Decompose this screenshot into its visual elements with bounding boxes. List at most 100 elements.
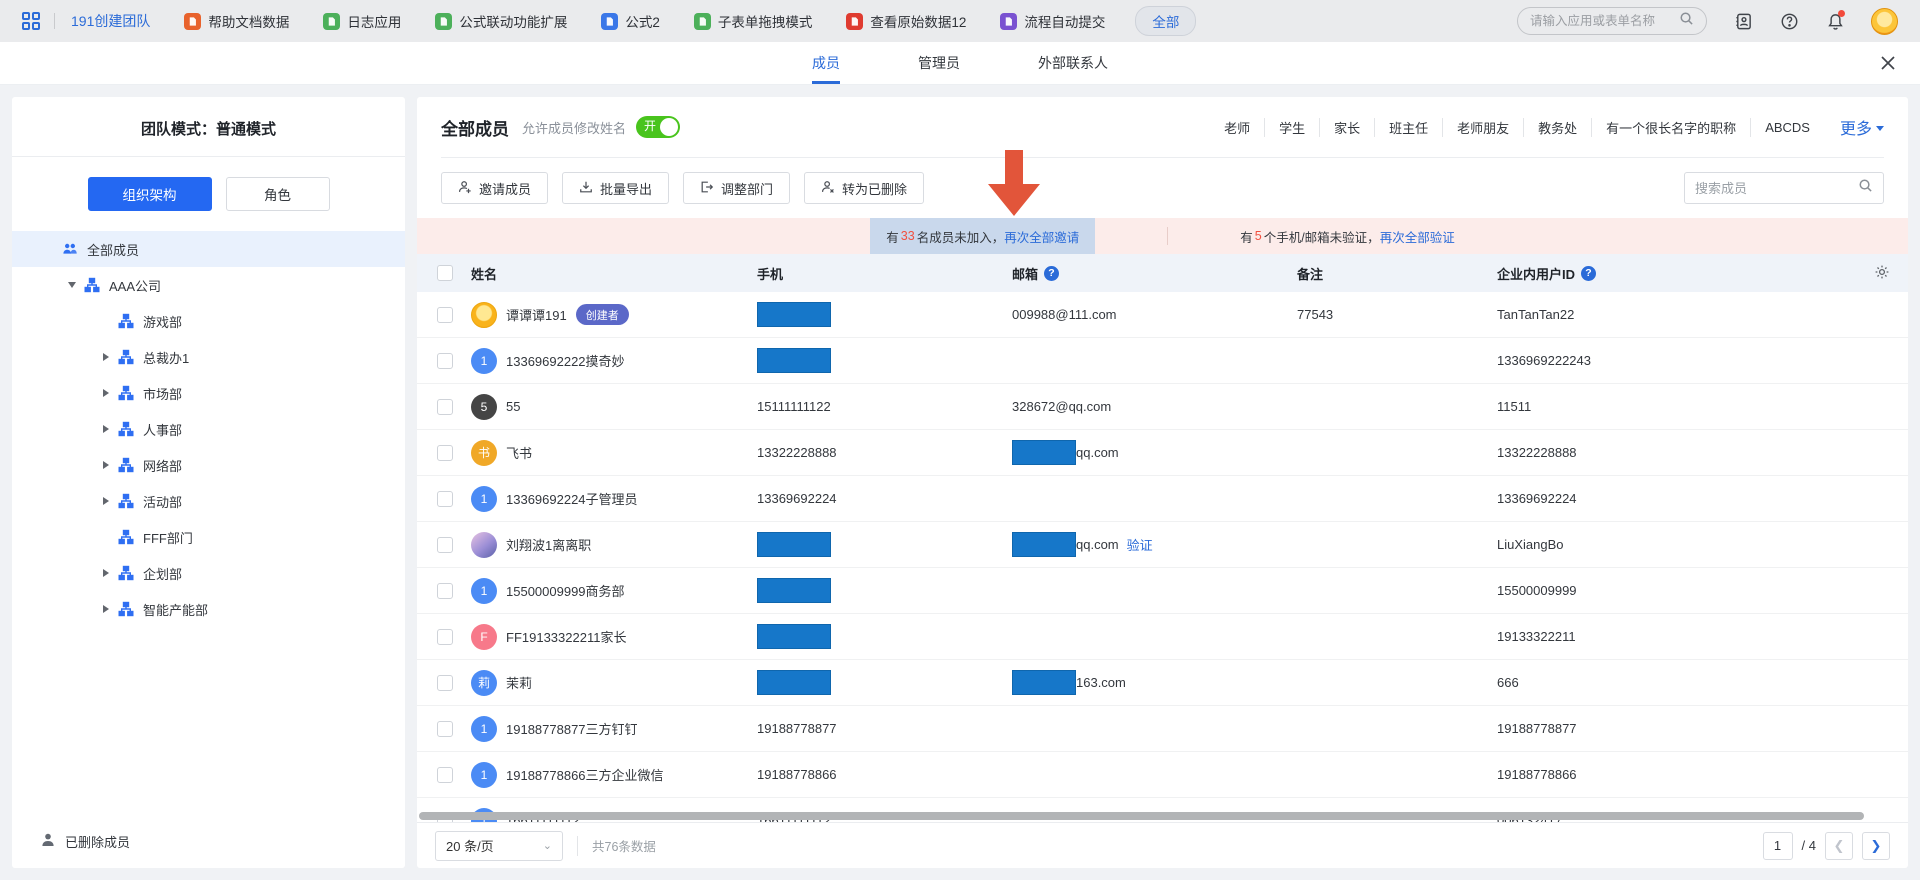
- tree-collapsed-arrow-icon[interactable]: [98, 461, 114, 469]
- app-tab[interactable]: 子表单拖拽模式: [694, 11, 813, 31]
- adjust-department-icon: [700, 180, 714, 197]
- role-button[interactable]: 角色: [226, 177, 330, 211]
- app-tab[interactable]: 公式2: [601, 11, 660, 31]
- role-filter-ABCDS[interactable]: ABCDS: [1751, 120, 1824, 135]
- member-name-cell: FFF19133322211家长: [471, 624, 757, 650]
- tree-item-全部成员[interactable]: 全部成员: [12, 231, 405, 267]
- verify-email-link[interactable]: 验证: [1127, 535, 1153, 554]
- phone-redaction-block: [757, 670, 831, 695]
- row-checkbox[interactable]: [437, 767, 453, 783]
- role-filter-教务处[interactable]: 教务处: [1524, 118, 1592, 137]
- department-icon: [118, 565, 134, 581]
- row-checkbox[interactable]: [437, 675, 453, 691]
- col-phone: 手机: [757, 264, 1012, 283]
- role-filter-有一个很长名字的职称[interactable]: 有一个很长名字的职称: [1592, 118, 1751, 137]
- app-search-input[interactable]: [1530, 14, 1673, 28]
- row-checkbox[interactable]: [437, 491, 453, 507]
- app-tab[interactable]: 流程自动提交: [1000, 11, 1105, 31]
- uid-help-icon[interactable]: ?: [1581, 266, 1596, 281]
- app-tab[interactable]: 查看原始数据12: [846, 11, 966, 31]
- current-page-input[interactable]: 1: [1763, 832, 1793, 860]
- all-apps-pill[interactable]: 全部: [1135, 6, 1196, 36]
- app-tab[interactable]: 日志应用: [323, 11, 401, 31]
- tree-collapsed-arrow-icon[interactable]: [98, 389, 114, 397]
- tree-collapsed-arrow-icon[interactable]: [98, 569, 114, 577]
- chevron-down-icon: [1876, 126, 1884, 131]
- tab-external-contacts[interactable]: 外部联系人: [1038, 42, 1108, 84]
- tree-item-人事部[interactable]: 人事部: [12, 411, 405, 447]
- current-team-tab[interactable]: 191创建团队: [71, 11, 150, 31]
- tree-collapsed-arrow-icon[interactable]: [98, 497, 114, 505]
- action-button-label: 批量导出: [600, 179, 652, 198]
- 调整部门-button[interactable]: 调整部门: [683, 172, 790, 204]
- more-roles-link[interactable]: 更多: [1824, 115, 1884, 139]
- member-search-box[interactable]: [1684, 172, 1884, 204]
- tree-item-市场部[interactable]: 市场部: [12, 375, 405, 411]
- tree-item-AAA公司[interactable]: AAA公司: [12, 267, 405, 303]
- help-icon[interactable]: [1779, 11, 1799, 31]
- close-icon[interactable]: [1878, 53, 1898, 73]
- tree-item-游戏部[interactable]: 游戏部: [12, 303, 405, 339]
- department-icon: [118, 385, 134, 401]
- row-checkbox-cell: [417, 721, 471, 737]
- deleted-members-entry[interactable]: 已删除成员: [12, 817, 405, 868]
- horizontal-scrollbar[interactable]: [419, 812, 1864, 820]
- chevron-down-icon: ⌄: [543, 839, 552, 852]
- org-structure-button[interactable]: 组织架构: [88, 177, 212, 211]
- page-size-select[interactable]: 20 条/页⌄: [435, 831, 563, 861]
- verify-notice: 有5个手机/邮箱未验证，再次全部验证: [1240, 227, 1454, 246]
- phone-redaction-block: [757, 532, 831, 557]
- role-filter-家长[interactable]: 家长: [1320, 118, 1375, 137]
- reinvite-all-link[interactable]: 再次全部邀请: [1004, 227, 1079, 246]
- email-help-icon[interactable]: ?: [1044, 266, 1059, 281]
- tree-item-总裁办1[interactable]: 总裁办1: [12, 339, 405, 375]
- app-tab[interactable]: 公式联动功能扩展: [435, 11, 567, 31]
- tree-collapsed-arrow-icon[interactable]: [98, 425, 114, 433]
- allow-rename-toggle[interactable]: 开: [636, 116, 680, 138]
- tree-item-FFF部门[interactable]: FFF部门: [12, 519, 405, 555]
- row-checkbox[interactable]: [437, 721, 453, 737]
- phone-redaction-block: [757, 348, 831, 373]
- tab-members[interactable]: 成员: [812, 42, 840, 84]
- role-filter-老师[interactable]: 老师: [1210, 118, 1265, 137]
- member-name: 谭谭谭191: [506, 305, 567, 324]
- apps-grid-icon[interactable]: [22, 12, 40, 30]
- col-note: 备注: [1297, 264, 1497, 283]
- 邀请成员-button[interactable]: 邀请成员: [441, 172, 548, 204]
- next-page-button[interactable]: ❯: [1862, 832, 1890, 860]
- member-row: 莉茉莉163.com666: [417, 660, 1908, 706]
- tree-item-企划部[interactable]: 企划部: [12, 555, 405, 591]
- 转为已删除-button[interactable]: 转为已删除: [804, 172, 924, 204]
- member-search-input[interactable]: [1695, 181, 1852, 196]
- member-avatar: 1: [471, 762, 497, 788]
- tab-admins[interactable]: 管理员: [918, 42, 960, 84]
- notification-bell-icon[interactable]: [1825, 11, 1845, 31]
- row-checkbox[interactable]: [437, 353, 453, 369]
- contacts-icon[interactable]: [1733, 11, 1753, 31]
- prev-page-button[interactable]: ❮: [1825, 832, 1853, 860]
- tree-expanded-arrow-icon[interactable]: [64, 282, 80, 288]
- 批量导出-button[interactable]: 批量导出: [562, 172, 669, 204]
- tree-collapsed-arrow-icon[interactable]: [98, 353, 114, 361]
- app-tab[interactable]: 帮助文档数据: [184, 11, 289, 31]
- role-filter-老师朋友[interactable]: 老师朋友: [1443, 118, 1524, 137]
- column-settings-gear-icon[interactable]: [1874, 264, 1890, 283]
- tree-item-网络部[interactable]: 网络部: [12, 447, 405, 483]
- row-checkbox[interactable]: [437, 583, 453, 599]
- row-checkbox[interactable]: [437, 629, 453, 645]
- app-search-box[interactable]: [1517, 7, 1707, 35]
- user-avatar[interactable]: [1871, 8, 1898, 35]
- tree-item-智能产能部[interactable]: 智能产能部: [12, 591, 405, 627]
- tree-collapsed-arrow-icon[interactable]: [98, 605, 114, 613]
- row-checkbox[interactable]: [437, 307, 453, 323]
- reverify-all-link[interactable]: 再次全部验证: [1380, 227, 1455, 246]
- export-icon: [579, 180, 593, 197]
- select-all-checkbox[interactable]: [437, 265, 453, 281]
- role-filter-班主任[interactable]: 班主任: [1375, 118, 1443, 137]
- email-redaction-block: [1012, 670, 1076, 695]
- role-filter-学生[interactable]: 学生: [1265, 118, 1320, 137]
- row-checkbox[interactable]: [437, 537, 453, 553]
- tree-item-活动部[interactable]: 活动部: [12, 483, 405, 519]
- row-checkbox[interactable]: [437, 399, 453, 415]
- row-checkbox[interactable]: [437, 445, 453, 461]
